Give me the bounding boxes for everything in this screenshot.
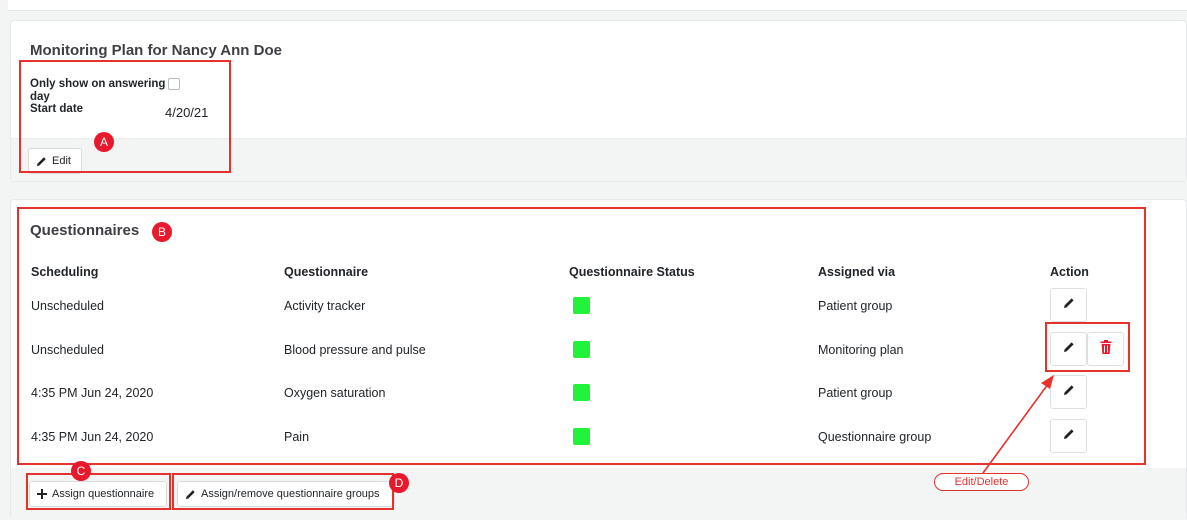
edit-delete-callout: Edit/Delete [934, 473, 1029, 491]
annotation-box-b [17, 207, 1146, 465]
marker-b: B [152, 222, 172, 242]
annotation-box-d [172, 473, 394, 510]
plan-title: Monitoring Plan for Nancy Ann Doe [30, 42, 282, 59]
top-strip [8, 0, 1187, 11]
marker-a: A [94, 132, 114, 152]
annotation-box-a [19, 60, 231, 173]
marker-d: D [389, 473, 409, 493]
annotation-box-edit-delete [1045, 322, 1130, 372]
marker-c: C [71, 461, 91, 481]
annotation-box-c [26, 473, 171, 510]
